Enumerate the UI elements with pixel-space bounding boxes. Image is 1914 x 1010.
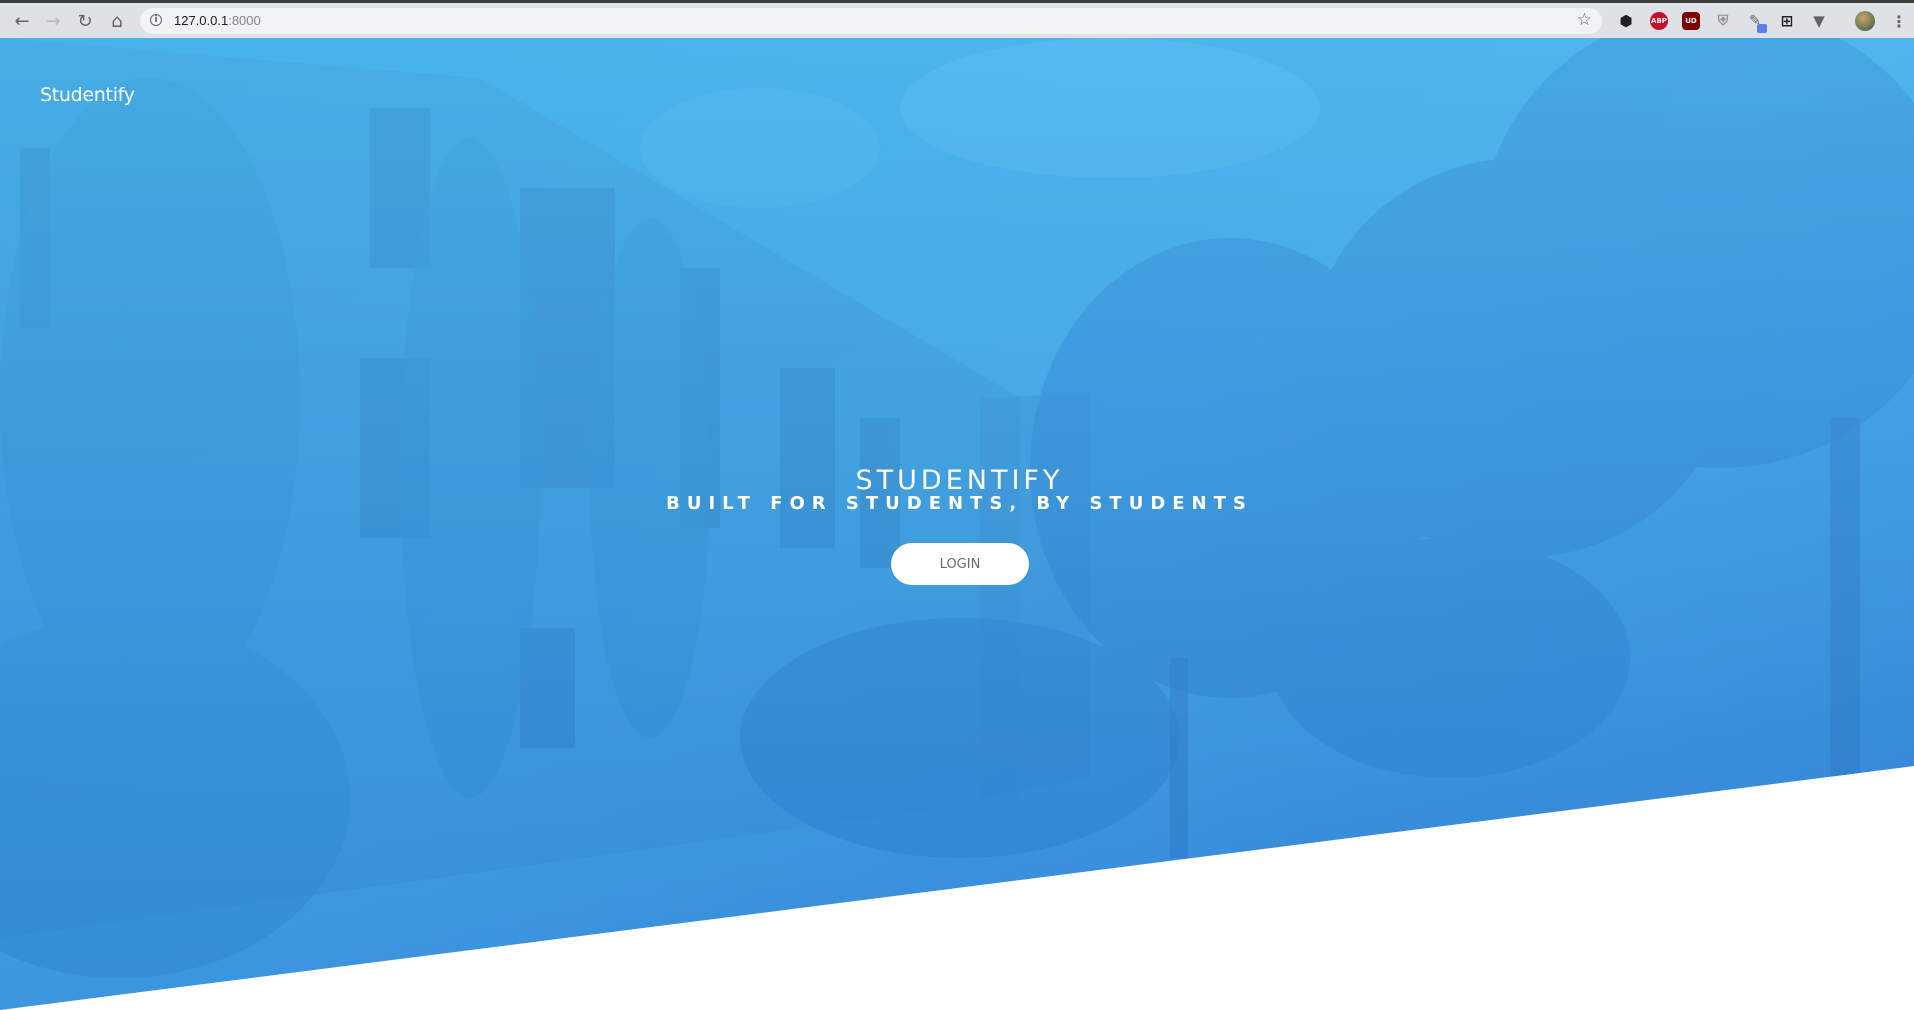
back-arrow-icon[interactable]: ← [10, 9, 34, 33]
site-brand-logo[interactable]: Studentify [40, 84, 135, 106]
browser-toolbar: ← → ↻ ⌂ i 127.0.0.1:8000 ☆ ⬢ ABP UD ⛨ ✎ … [0, 0, 1914, 38]
shield-extension-icon[interactable]: ⛨ [1714, 12, 1732, 30]
url-text[interactable]: 127.0.0.1:8000 [174, 13, 261, 28]
forward-arrow-icon[interactable]: → [41, 9, 65, 33]
hero-title: STUDENTIFY [855, 465, 1064, 496]
pen-extension-icon[interactable]: ✎ [1746, 12, 1767, 33]
hero-background [0, 38, 1914, 1010]
url-host: 127.0.0.1 [174, 13, 229, 28]
landing-page: Studentify STUDENTIFY BUILT FOR STUDENTS… [0, 38, 1914, 1010]
site-info-icon[interactable]: i [150, 14, 162, 26]
extension-badge [1757, 24, 1767, 33]
adblock-plus-icon[interactable]: ABP [1650, 12, 1668, 30]
cube-extension-icon[interactable]: ⬢ [1617, 12, 1635, 30]
login-button[interactable]: LOGIN [891, 543, 1029, 585]
ublock-origin-icon[interactable]: UD [1682, 12, 1700, 30]
url-port: :8000 [228, 13, 261, 28]
hero-subtitle: BUILT FOR STUDENTS, BY STUDENTS [666, 493, 1253, 514]
reload-icon[interactable]: ↻ [73, 9, 97, 33]
home-icon[interactable]: ⌂ [105, 9, 129, 33]
bookmark-star-icon[interactable]: ☆ [1577, 10, 1592, 30]
browser-menu-icon[interactable]: ⋮ [1890, 12, 1908, 31]
hero-section: Studentify STUDENTIFY BUILT FOR STUDENTS… [0, 38, 1914, 1010]
vee-extension-icon[interactable]: ▼ [1810, 12, 1828, 30]
address-bar[interactable]: i 127.0.0.1:8000 ☆ [140, 8, 1602, 34]
profile-avatar-icon[interactable] [1855, 11, 1875, 31]
crop-extension-icon[interactable]: ⊞ [1778, 12, 1796, 30]
